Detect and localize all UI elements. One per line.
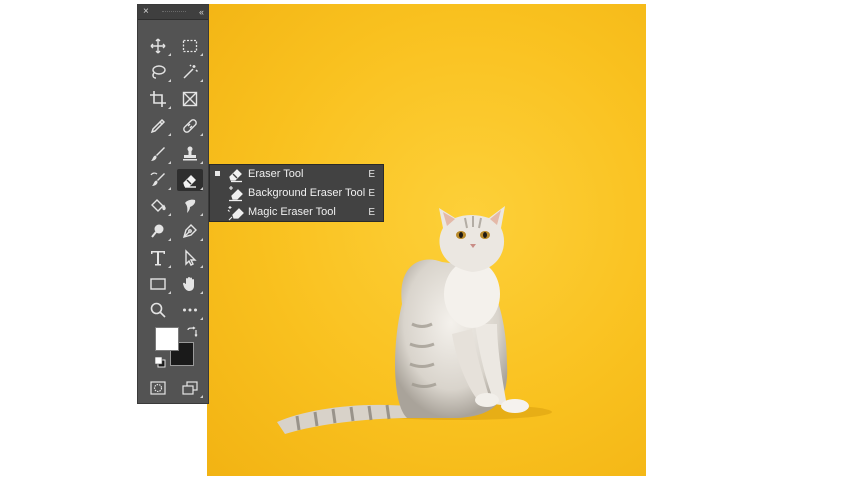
cat-photo [277, 206, 552, 434]
lasso-icon [152, 65, 166, 79]
panel-header[interactable]: × ‹‹ [138, 5, 208, 20]
edit-toolbar[interactable] [177, 299, 203, 321]
brush-tool[interactable] [145, 143, 171, 165]
pen-icon [182, 224, 197, 239]
menu-item-background-eraser-tool[interactable]: Background Eraser Tool E [210, 184, 383, 203]
arrow-icon [185, 249, 197, 266]
clone-stamp-tool[interactable] [177, 143, 203, 165]
eraser-tool[interactable] [177, 169, 203, 191]
menu-item-magic-eraser-tool[interactable]: Magic Eraser Tool E [210, 203, 383, 222]
marquee-icon [182, 39, 198, 53]
background-eraser-icon [229, 186, 243, 202]
rectangular-marquee-tool[interactable] [177, 35, 203, 57]
quick-mask-button[interactable] [145, 377, 171, 399]
menu-item-label: Eraser Tool [248, 168, 304, 180]
document-canvas[interactable] [207, 4, 646, 476]
eraser-icon [183, 175, 196, 188]
selected-indicator [215, 171, 220, 176]
stamp-icon [183, 146, 197, 161]
dodge-tool[interactable] [145, 220, 171, 242]
paint-bucket-tool[interactable] [145, 195, 171, 217]
history-brush-tool[interactable] [145, 169, 171, 191]
crop-tool[interactable] [145, 88, 171, 110]
magic-eraser-icon [227, 206, 244, 221]
foreground-color-swatch[interactable] [155, 327, 179, 351]
crop-icon [150, 91, 166, 107]
frame-icon [182, 91, 198, 107]
smudge-tool[interactable] [177, 195, 203, 217]
magic-wand-tool[interactable] [177, 61, 203, 83]
type-icon [151, 251, 165, 266]
dodge-icon [151, 224, 164, 238]
close-icon[interactable]: × [143, 5, 149, 19]
frame-tool[interactable] [177, 88, 203, 110]
tools-panel: × ‹‹ [137, 4, 209, 404]
rectangle-icon [150, 278, 166, 290]
zoom-icon [150, 302, 166, 318]
brush-icon [151, 147, 165, 161]
magic-wand-icon [183, 64, 199, 79]
default-colors-icon[interactable] [154, 356, 166, 368]
screen-mode-button[interactable] [177, 377, 203, 399]
menu-item-label: Magic Eraser Tool [248, 206, 336, 218]
pen-tool[interactable] [177, 220, 203, 242]
hand-tool[interactable] [177, 273, 203, 295]
quick-mask-icon [150, 381, 166, 395]
bandage-icon [183, 119, 197, 133]
hand-icon [182, 277, 194, 291]
collapse-icon[interactable]: ‹‹ [199, 5, 204, 19]
menu-item-label: Background Eraser Tool [248, 187, 366, 199]
history-brush-icon [150, 172, 165, 186]
paint-bucket-icon [151, 199, 166, 212]
drag-grip[interactable] [162, 11, 186, 14]
type-tool[interactable] [145, 247, 171, 269]
shortcut-key: E [368, 169, 375, 180]
eyedropper-tool[interactable] [145, 115, 171, 137]
swap-colors-icon[interactable] [186, 326, 198, 338]
eraser-icon [229, 169, 242, 183]
smudge-icon [185, 199, 196, 213]
healing-brush-tool[interactable] [177, 115, 203, 137]
path-selection-tool[interactable] [177, 247, 203, 269]
eraser-tools-flyout: Eraser Tool E Background Eraser Tool E M… [209, 164, 384, 222]
shortcut-key: E [368, 207, 375, 218]
move-icon [150, 38, 166, 54]
lasso-tool[interactable] [145, 61, 171, 83]
shortcut-key: E [368, 188, 375, 199]
eyedropper-icon [150, 118, 166, 134]
screen-mode-icon [182, 381, 198, 395]
move-tool[interactable] [145, 35, 171, 57]
menu-item-eraser-tool[interactable]: Eraser Tool E [210, 165, 383, 184]
zoom-tool[interactable] [145, 299, 171, 321]
more-icon [183, 308, 197, 312]
rectangle-tool[interactable] [145, 273, 171, 295]
